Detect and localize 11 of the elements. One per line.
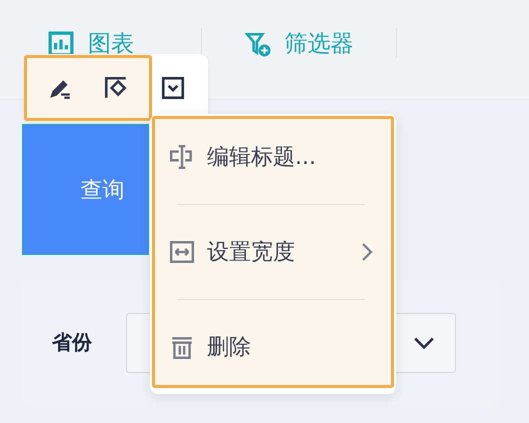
dropdown-icon[interactable] — [160, 75, 186, 101]
text-cursor-icon — [169, 144, 195, 170]
menu-item[interactable]: 删除 — [169, 316, 373, 377]
chevron-down-icon — [413, 336, 435, 350]
filter-label: 省份 — [52, 329, 92, 356]
menu-item[interactable]: 编辑标题... — [169, 127, 373, 188]
chart-icon — [48, 30, 74, 56]
width-icon — [169, 238, 195, 265]
filter-add-icon — [244, 30, 270, 56]
chevron-right-icon — [361, 242, 373, 262]
menu-item[interactable]: 设置宽度 — [169, 222, 373, 282]
